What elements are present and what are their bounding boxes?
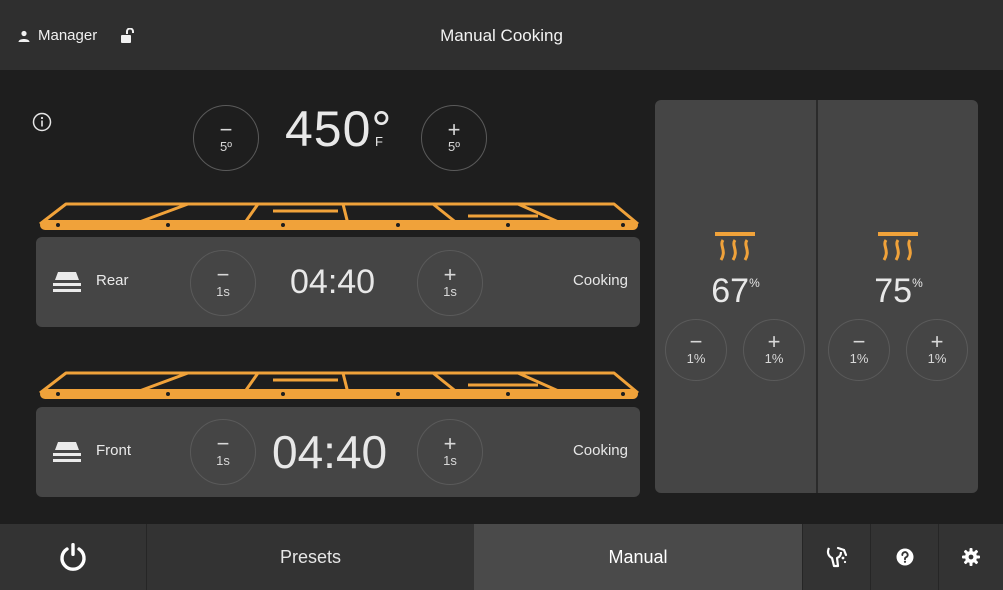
settings-button[interactable] xyxy=(938,524,1003,590)
temperature-unit: F xyxy=(375,134,384,149)
gear-icon xyxy=(962,548,980,566)
zone-name: Front xyxy=(96,442,132,459)
temperature-decrease-button[interactable]: − 5º xyxy=(193,105,259,171)
front-rack-illustration xyxy=(39,371,639,399)
bottom-nav: Presets Manual xyxy=(0,524,1003,590)
zone-front: Front − 1s 04:40 + 1s Cooking xyxy=(36,407,640,497)
rack-icon xyxy=(53,442,81,462)
help-icon xyxy=(896,548,913,566)
minus-icon: − xyxy=(689,329,703,354)
minus-icon: − xyxy=(219,117,233,142)
heater-icon xyxy=(715,232,755,261)
minus-icon: − xyxy=(216,431,230,456)
temperature-increase-button[interactable]: + 5º xyxy=(421,105,487,171)
rack-icon xyxy=(53,272,81,292)
zone-status: Cooking xyxy=(572,272,628,289)
heater-left: 67% − 1% + 1% xyxy=(655,100,816,493)
temperature-display: 450° F xyxy=(285,100,392,158)
zone-time: 04:40 xyxy=(272,426,388,478)
zone-time: 04:40 xyxy=(290,263,376,301)
heater-percent: 75% xyxy=(874,272,923,310)
heater-right-increase-button[interactable]: + 1% xyxy=(906,319,968,381)
heater-left-decrease-button[interactable]: − 1% xyxy=(665,319,727,381)
front-time-decrease-button[interactable]: − 1s xyxy=(190,419,256,485)
rear-rack-illustration xyxy=(39,202,639,230)
heater-right-decrease-button[interactable]: − 1% xyxy=(828,319,890,381)
front-time-increase-button[interactable]: + 1s xyxy=(417,419,483,485)
heater-icon xyxy=(878,232,918,261)
minus-icon: − xyxy=(216,262,230,287)
heater-left-increase-button[interactable]: + 1% xyxy=(743,319,805,381)
plus-icon: + xyxy=(767,329,781,354)
cleaning-icon xyxy=(826,546,847,568)
rear-time-increase-button[interactable]: + 1s xyxy=(417,250,483,316)
minus-icon: − xyxy=(852,329,866,354)
zone-rear: Rear − 1s 04:40 + 1s Cooking xyxy=(36,237,640,327)
power-button[interactable] xyxy=(0,524,146,590)
plus-icon: + xyxy=(443,262,457,287)
plus-icon: + xyxy=(447,117,461,142)
page-title: Manual Cooking xyxy=(440,26,563,45)
cleaning-button[interactable] xyxy=(802,524,870,590)
tab-presets[interactable]: Presets xyxy=(146,524,474,590)
plus-icon: + xyxy=(443,431,457,456)
help-button[interactable] xyxy=(870,524,938,590)
heater-right: 75% − 1% + 1% xyxy=(818,100,979,493)
rear-time-decrease-button[interactable]: − 1s xyxy=(190,250,256,316)
power-icon xyxy=(60,543,86,571)
zone-name: Rear xyxy=(96,272,129,289)
plus-icon: + xyxy=(930,329,944,354)
top-bar: Manager Manual Cooking xyxy=(0,0,1003,70)
heater-panel: 67% − 1% + 1% 75% − 1% + 1% xyxy=(655,100,978,493)
heater-percent: 67% xyxy=(711,272,760,310)
tab-manual[interactable]: Manual xyxy=(474,524,802,590)
zone-status: Cooking xyxy=(572,442,628,459)
info-icon[interactable] xyxy=(32,112,52,132)
